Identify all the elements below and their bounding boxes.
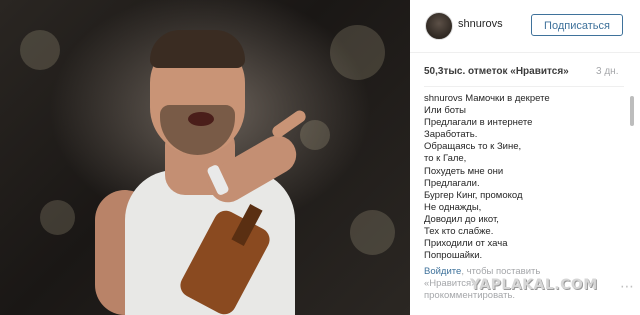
bokeh-light <box>20 30 60 70</box>
post-header: shnurovs Подписаться <box>410 0 640 53</box>
avatar[interactable] <box>425 12 453 40</box>
caption-line: Или боты <box>424 105 467 117</box>
person-hair <box>150 30 245 68</box>
caption-line: Тех кто слабже. <box>424 226 494 238</box>
divider <box>424 86 624 87</box>
caption-line: то к Гале, <box>424 153 467 165</box>
caption-line: Похудеть мне они <box>424 165 504 177</box>
bokeh-light <box>330 25 385 80</box>
login-link[interactable]: Войдите <box>424 266 461 277</box>
login-text: , чтобы поставить <box>461 266 541 277</box>
comments-scrollbar[interactable] <box>630 96 634 126</box>
username-link[interactable]: shnurovs <box>458 18 503 30</box>
caption-author-link[interactable]: shnurovs <box>424 93 463 104</box>
caption-line: Не однажды, <box>424 201 482 213</box>
caption-line: shnurovs Мамочки в декрете <box>424 93 622 105</box>
likes-count[interactable]: 50,3тыс. отметок «Нравится» <box>424 66 569 77</box>
caption-line: Приходили от хача <box>424 238 508 250</box>
login-text: «Нравится» <box>424 278 477 289</box>
caption-line: Доводил до икот, <box>424 213 499 225</box>
caption-line: Обращаясь то к Зине, <box>424 141 522 153</box>
bokeh-light <box>350 210 395 255</box>
bokeh-light <box>40 200 75 235</box>
caption-line: Предлагали. <box>424 177 480 189</box>
caption-line: Предлагали в интернете <box>424 117 533 129</box>
caption-text: Мамочки в декрете <box>465 93 550 104</box>
bokeh-light <box>300 120 330 150</box>
post-sidebar: shnurovs Подписаться 50,3тыс. отметок «Н… <box>410 0 640 315</box>
caption-line: Бургер Кинг, промокод <box>424 189 523 201</box>
post-photo[interactable] <box>0 0 410 315</box>
more-dots-icon[interactable]: ⋯ <box>620 278 634 295</box>
likes-row: 50,3тыс. отметок «Нравится» 3 дн. <box>424 66 624 80</box>
caption-line: Заработать. <box>424 129 478 141</box>
caption-block: shnurovs Мамочки в декрете Или боты Пред… <box>424 93 622 263</box>
person-mouth <box>188 112 214 126</box>
follow-button[interactable]: Подписаться <box>531 14 623 36</box>
caption-line: Попрошайки. <box>424 250 483 262</box>
watermark: YAPLAKAL.COM <box>470 277 598 293</box>
post-time[interactable]: 3 дн. <box>596 66 618 77</box>
